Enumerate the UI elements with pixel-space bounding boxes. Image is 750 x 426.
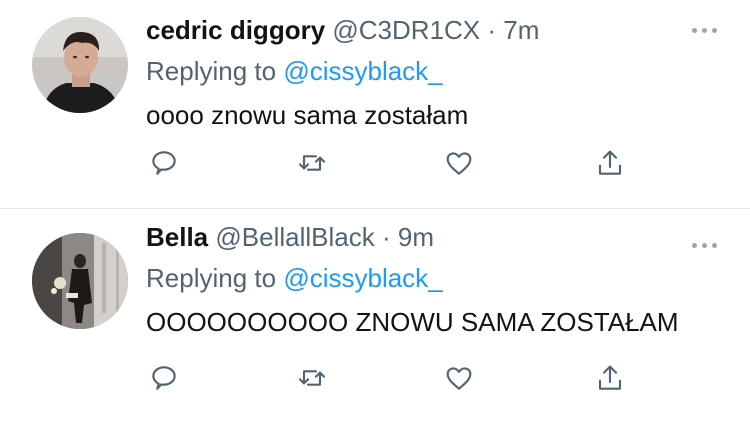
action-bar [146, 145, 646, 181]
share-button[interactable] [592, 360, 628, 396]
share-icon [598, 150, 622, 175]
reply-button[interactable] [146, 145, 182, 181]
avatar[interactable] [32, 17, 128, 113]
reply-button[interactable] [146, 360, 182, 396]
like-button[interactable] [441, 360, 477, 396]
avatar-photo [32, 17, 128, 113]
tweet-header: cedric diggory @C3DR1CX · 7m [146, 15, 730, 45]
tweet-text: oooo znowu sama zostałam [146, 100, 469, 130]
share-icon [598, 365, 622, 390]
more-icon[interactable] [684, 20, 724, 40]
handle[interactable]: @BellallBlack [215, 222, 374, 252]
mention-link[interactable]: @cissyblack_ [283, 263, 442, 293]
retweet-button[interactable] [294, 360, 330, 396]
avatar[interactable] [32, 233, 128, 329]
display-name[interactable]: cedric diggory [146, 15, 325, 45]
tweet-header: Bella @BellallBlack · 9m [146, 222, 730, 252]
separator-dot: · [381, 222, 391, 252]
handle[interactable]: @C3DR1CX [332, 15, 480, 45]
replying-to-label: Replying to [146, 56, 277, 86]
reply-icon [152, 366, 176, 390]
timestamp[interactable]: 9m [398, 222, 434, 252]
action-bar [146, 360, 646, 396]
like-button[interactable] [441, 145, 477, 181]
like-icon [446, 367, 472, 390]
mention-link[interactable]: @cissyblack_ [283, 56, 442, 86]
avatar-photo [32, 233, 128, 329]
share-button[interactable] [592, 145, 628, 181]
replying-to: Replying to @cissyblack_ [146, 56, 730, 86]
like-icon [446, 152, 472, 175]
retweet-button[interactable] [294, 145, 330, 181]
tweet-1[interactable]: cedric diggory @C3DR1CX · 7m Replying to… [0, 0, 750, 208]
retweet-icon [298, 370, 326, 386]
timestamp[interactable]: 7m [503, 15, 539, 45]
tweet-2[interactable]: Bella @BellallBlack · 9m Replying to @ci… [0, 208, 750, 426]
more-icon[interactable] [684, 235, 724, 255]
replying-to-label: Replying to [146, 263, 277, 293]
display-name[interactable]: Bella [146, 222, 208, 252]
replying-to: Replying to @cissyblack_ [146, 263, 730, 293]
retweet-icon [298, 155, 326, 171]
tweet-text: OOOOOOOOOO ZNOWU SAMA ZOSTAŁAM [146, 307, 679, 337]
reply-icon [152, 151, 176, 175]
separator-dot: · [487, 15, 497, 45]
